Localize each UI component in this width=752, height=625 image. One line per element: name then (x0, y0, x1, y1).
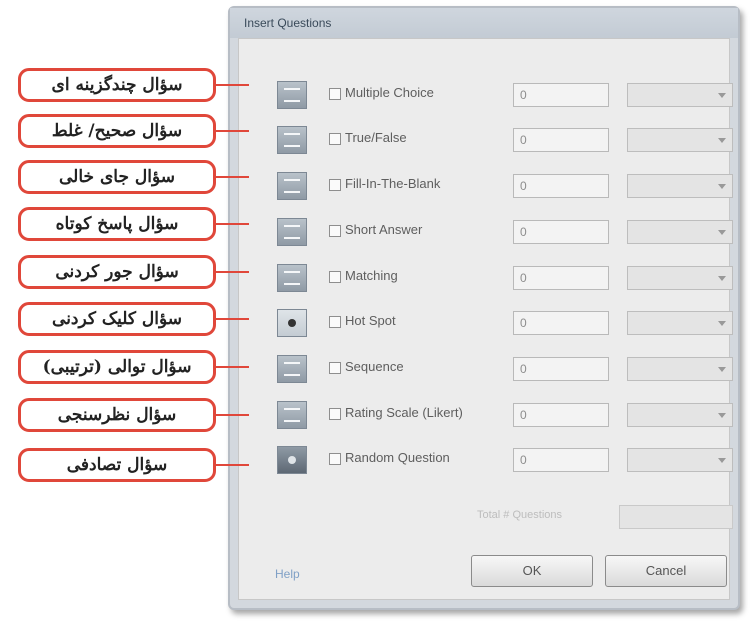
true-false-icon (277, 126, 307, 154)
callout-connector (215, 318, 249, 320)
sequence-checkbox[interactable] (329, 362, 341, 374)
callout-random-question: سؤال تصادفی (18, 448, 216, 482)
callout-connector (215, 414, 249, 416)
random-question-label[interactable]: Random Question (345, 450, 450, 465)
true-false-label[interactable]: True/False (345, 130, 407, 145)
matching-checkbox[interactable] (329, 271, 341, 283)
short-answer-label[interactable]: Short Answer (345, 222, 422, 237)
dialog-client-area: Multiple Choice 0 True/False 0 Fill-In-T… (238, 38, 733, 600)
fill-in-blank-checkbox[interactable] (329, 179, 341, 191)
callout-rating-scale: سؤال نظرسنجی (18, 398, 216, 432)
true-false-count-input[interactable]: 0 (513, 128, 609, 152)
sequence-label[interactable]: Sequence (345, 359, 404, 374)
callout-true-false: سؤال صحیح/ غلط (18, 114, 216, 148)
hot-spot-icon (277, 309, 307, 337)
cancel-button[interactable]: Cancel (605, 555, 727, 587)
chevron-down-icon (718, 184, 726, 189)
callout-connector (215, 366, 249, 368)
sequence-count-input[interactable]: 0 (513, 357, 609, 381)
fill-in-blank-count-input[interactable]: 0 (513, 174, 609, 198)
random-question-dropdown[interactable] (627, 448, 733, 472)
chevron-down-icon (718, 276, 726, 281)
sequence-dropdown[interactable] (627, 357, 733, 381)
multiple-choice-checkbox[interactable] (329, 88, 341, 100)
hot-spot-checkbox[interactable] (329, 316, 341, 328)
chevron-down-icon (718, 93, 726, 98)
callout-connector (215, 271, 249, 273)
rating-scale-label[interactable]: Rating Scale (Likert) (345, 405, 463, 420)
random-question-checkbox[interactable] (329, 453, 341, 465)
callout-connector (215, 130, 249, 132)
short-answer-checkbox[interactable] (329, 225, 341, 237)
matching-dropdown[interactable] (627, 266, 733, 290)
multiple-choice-count-input[interactable]: 0 (513, 83, 609, 107)
chevron-down-icon (718, 230, 726, 235)
callout-connector (215, 464, 249, 466)
callout-connector (215, 223, 249, 225)
fill-in-blank-label[interactable]: Fill-In-The-Blank (345, 176, 440, 191)
callout-fill-in-blank: سؤال جای خالی (18, 160, 216, 194)
fill-in-blank-dropdown[interactable] (627, 174, 733, 198)
rating-scale-count-input[interactable]: 0 (513, 403, 609, 427)
callout-matching: سؤال جور کردنی (18, 255, 216, 289)
callout-hot-spot: سؤال کلیک کردنی (18, 302, 216, 336)
multiple-choice-dropdown[interactable] (627, 83, 733, 107)
ok-button[interactable]: OK (471, 555, 593, 587)
callout-multiple-choice: سؤال چندگزینه ای (18, 68, 216, 102)
chevron-down-icon (718, 321, 726, 326)
total-questions-label: Total # Questions (477, 509, 562, 521)
insert-questions-dialog: Insert Questions Multiple Choice 0 True/… (228, 6, 740, 610)
callout-connector (215, 176, 249, 178)
multiple-choice-icon (277, 81, 307, 109)
total-questions-field (619, 505, 733, 529)
matching-label[interactable]: Matching (345, 268, 398, 283)
true-false-dropdown[interactable] (627, 128, 733, 152)
rating-scale-dropdown[interactable] (627, 403, 733, 427)
random-question-icon (277, 446, 307, 474)
help-link[interactable]: Help (275, 567, 300, 581)
short-answer-icon (277, 218, 307, 246)
rating-scale-checkbox[interactable] (329, 408, 341, 420)
chevron-down-icon (718, 458, 726, 463)
rating-scale-icon (277, 401, 307, 429)
chevron-down-icon (718, 138, 726, 143)
hot-spot-dropdown[interactable] (627, 311, 733, 335)
chevron-down-icon (718, 413, 726, 418)
matching-icon (277, 264, 307, 292)
true-false-checkbox[interactable] (329, 133, 341, 145)
dialog-titlebar[interactable]: Insert Questions (230, 8, 738, 38)
matching-count-input[interactable]: 0 (513, 266, 609, 290)
multiple-choice-label[interactable]: Multiple Choice (345, 85, 434, 100)
callout-connector (215, 84, 249, 86)
fill-in-blank-icon (277, 172, 307, 200)
hot-spot-count-input[interactable]: 0 (513, 311, 609, 335)
hot-spot-label[interactable]: Hot Spot (345, 313, 396, 328)
sequence-icon (277, 355, 307, 383)
short-answer-count-input[interactable]: 0 (513, 220, 609, 244)
short-answer-dropdown[interactable] (627, 220, 733, 244)
callout-short-answer: سؤال پاسخ کوتاه (18, 207, 216, 241)
random-question-count-input[interactable]: 0 (513, 448, 609, 472)
chevron-down-icon (718, 367, 726, 372)
dialog-title: Insert Questions (244, 16, 332, 30)
callout-sequence: سؤال توالی (ترتیبی) (18, 350, 216, 384)
